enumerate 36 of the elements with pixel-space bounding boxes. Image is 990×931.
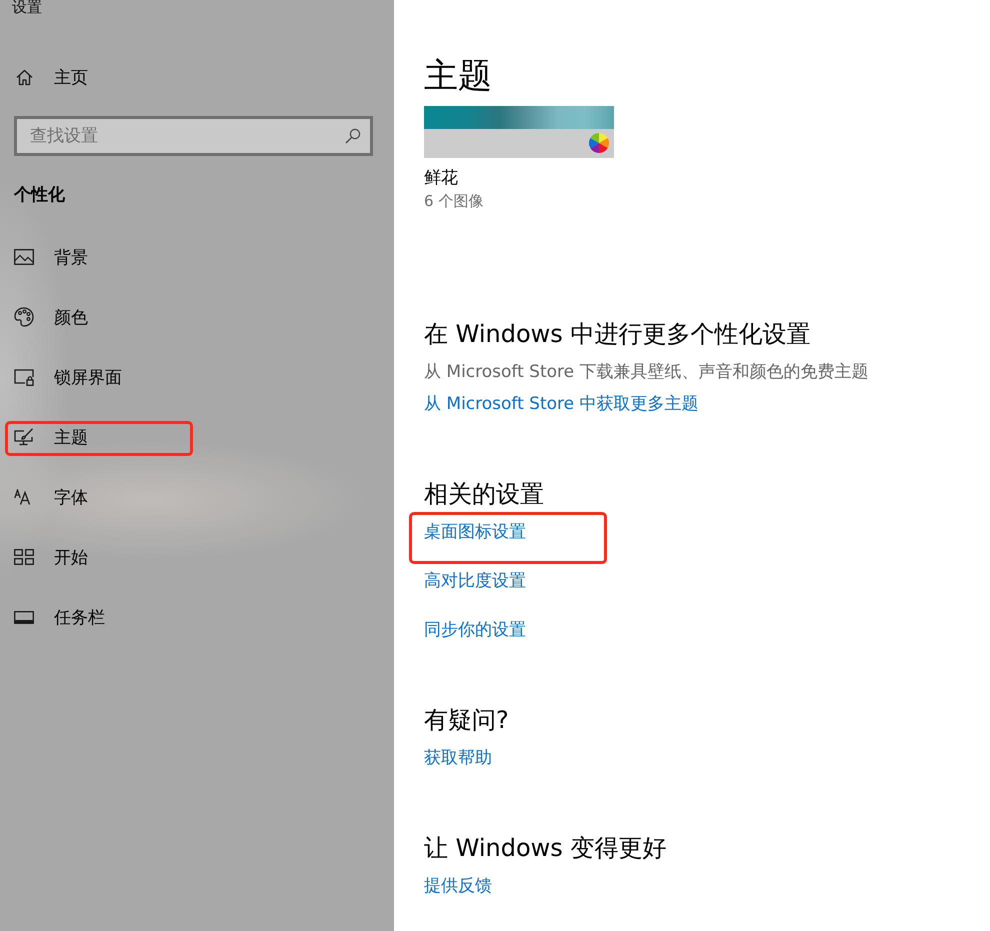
section-heading: 有疑问? (424, 705, 510, 736)
home-icon (16, 68, 33, 86)
search-field[interactable]: 查找设置 (14, 116, 373, 156)
taskbar-icon (14, 610, 34, 624)
section-heading: 让 Windows 变得更好 (424, 833, 668, 864)
picture-icon (14, 249, 34, 265)
section-heading: 相关的设置 (424, 479, 545, 510)
sidebar-item[interactable]: 开始 (0, 537, 394, 577)
monitor-brush-icon (14, 428, 34, 446)
tiles-icon (14, 549, 34, 565)
settings-link[interactable]: 获取帮助 (424, 745, 492, 771)
color-wheel-icon (589, 133, 609, 153)
settings-link[interactable]: 高对比度设置 (424, 568, 526, 594)
sidebar-item[interactable]: 背景 (0, 237, 394, 277)
theme-thumbnail[interactable] (424, 106, 614, 158)
section-heading: 在 Windows 中进行更多个性化设置 (424, 319, 812, 350)
settings-link[interactable]: 桌面图标设置 (424, 519, 526, 545)
home-nav-item[interactable]: 主页 (0, 57, 394, 97)
page-title: 主题 (424, 56, 493, 96)
settings-link[interactable]: 同步你的设置 (424, 617, 526, 643)
section-title: 个性化 (14, 184, 65, 207)
sidebar-item[interactable]: 主题 (0, 417, 394, 457)
section-description: 从 Microsoft Store 下载兼具壁纸、声音和颜色的免费主题 (424, 361, 870, 384)
theme-name: 鲜花 (424, 167, 459, 190)
window-title: 设置 (12, 0, 42, 15)
sidebar-item[interactable]: 任务栏 (0, 597, 394, 637)
theme-image-count: 6 个图像 (424, 191, 484, 212)
font-icon (14, 489, 32, 505)
settings-link[interactable]: 从 Microsoft Store 中获取更多主题 (424, 391, 699, 417)
sidebar-item[interactable]: 颜色 (0, 297, 394, 337)
settings-link[interactable]: 提供反馈 (424, 873, 492, 899)
sidebar-item[interactable]: 字体 (0, 477, 394, 517)
search-icon[interactable] (345, 128, 361, 144)
lock-screen-icon (14, 368, 34, 386)
sidebar-item[interactable]: 锁屏界面 (0, 357, 394, 397)
palette-icon (14, 307, 34, 327)
